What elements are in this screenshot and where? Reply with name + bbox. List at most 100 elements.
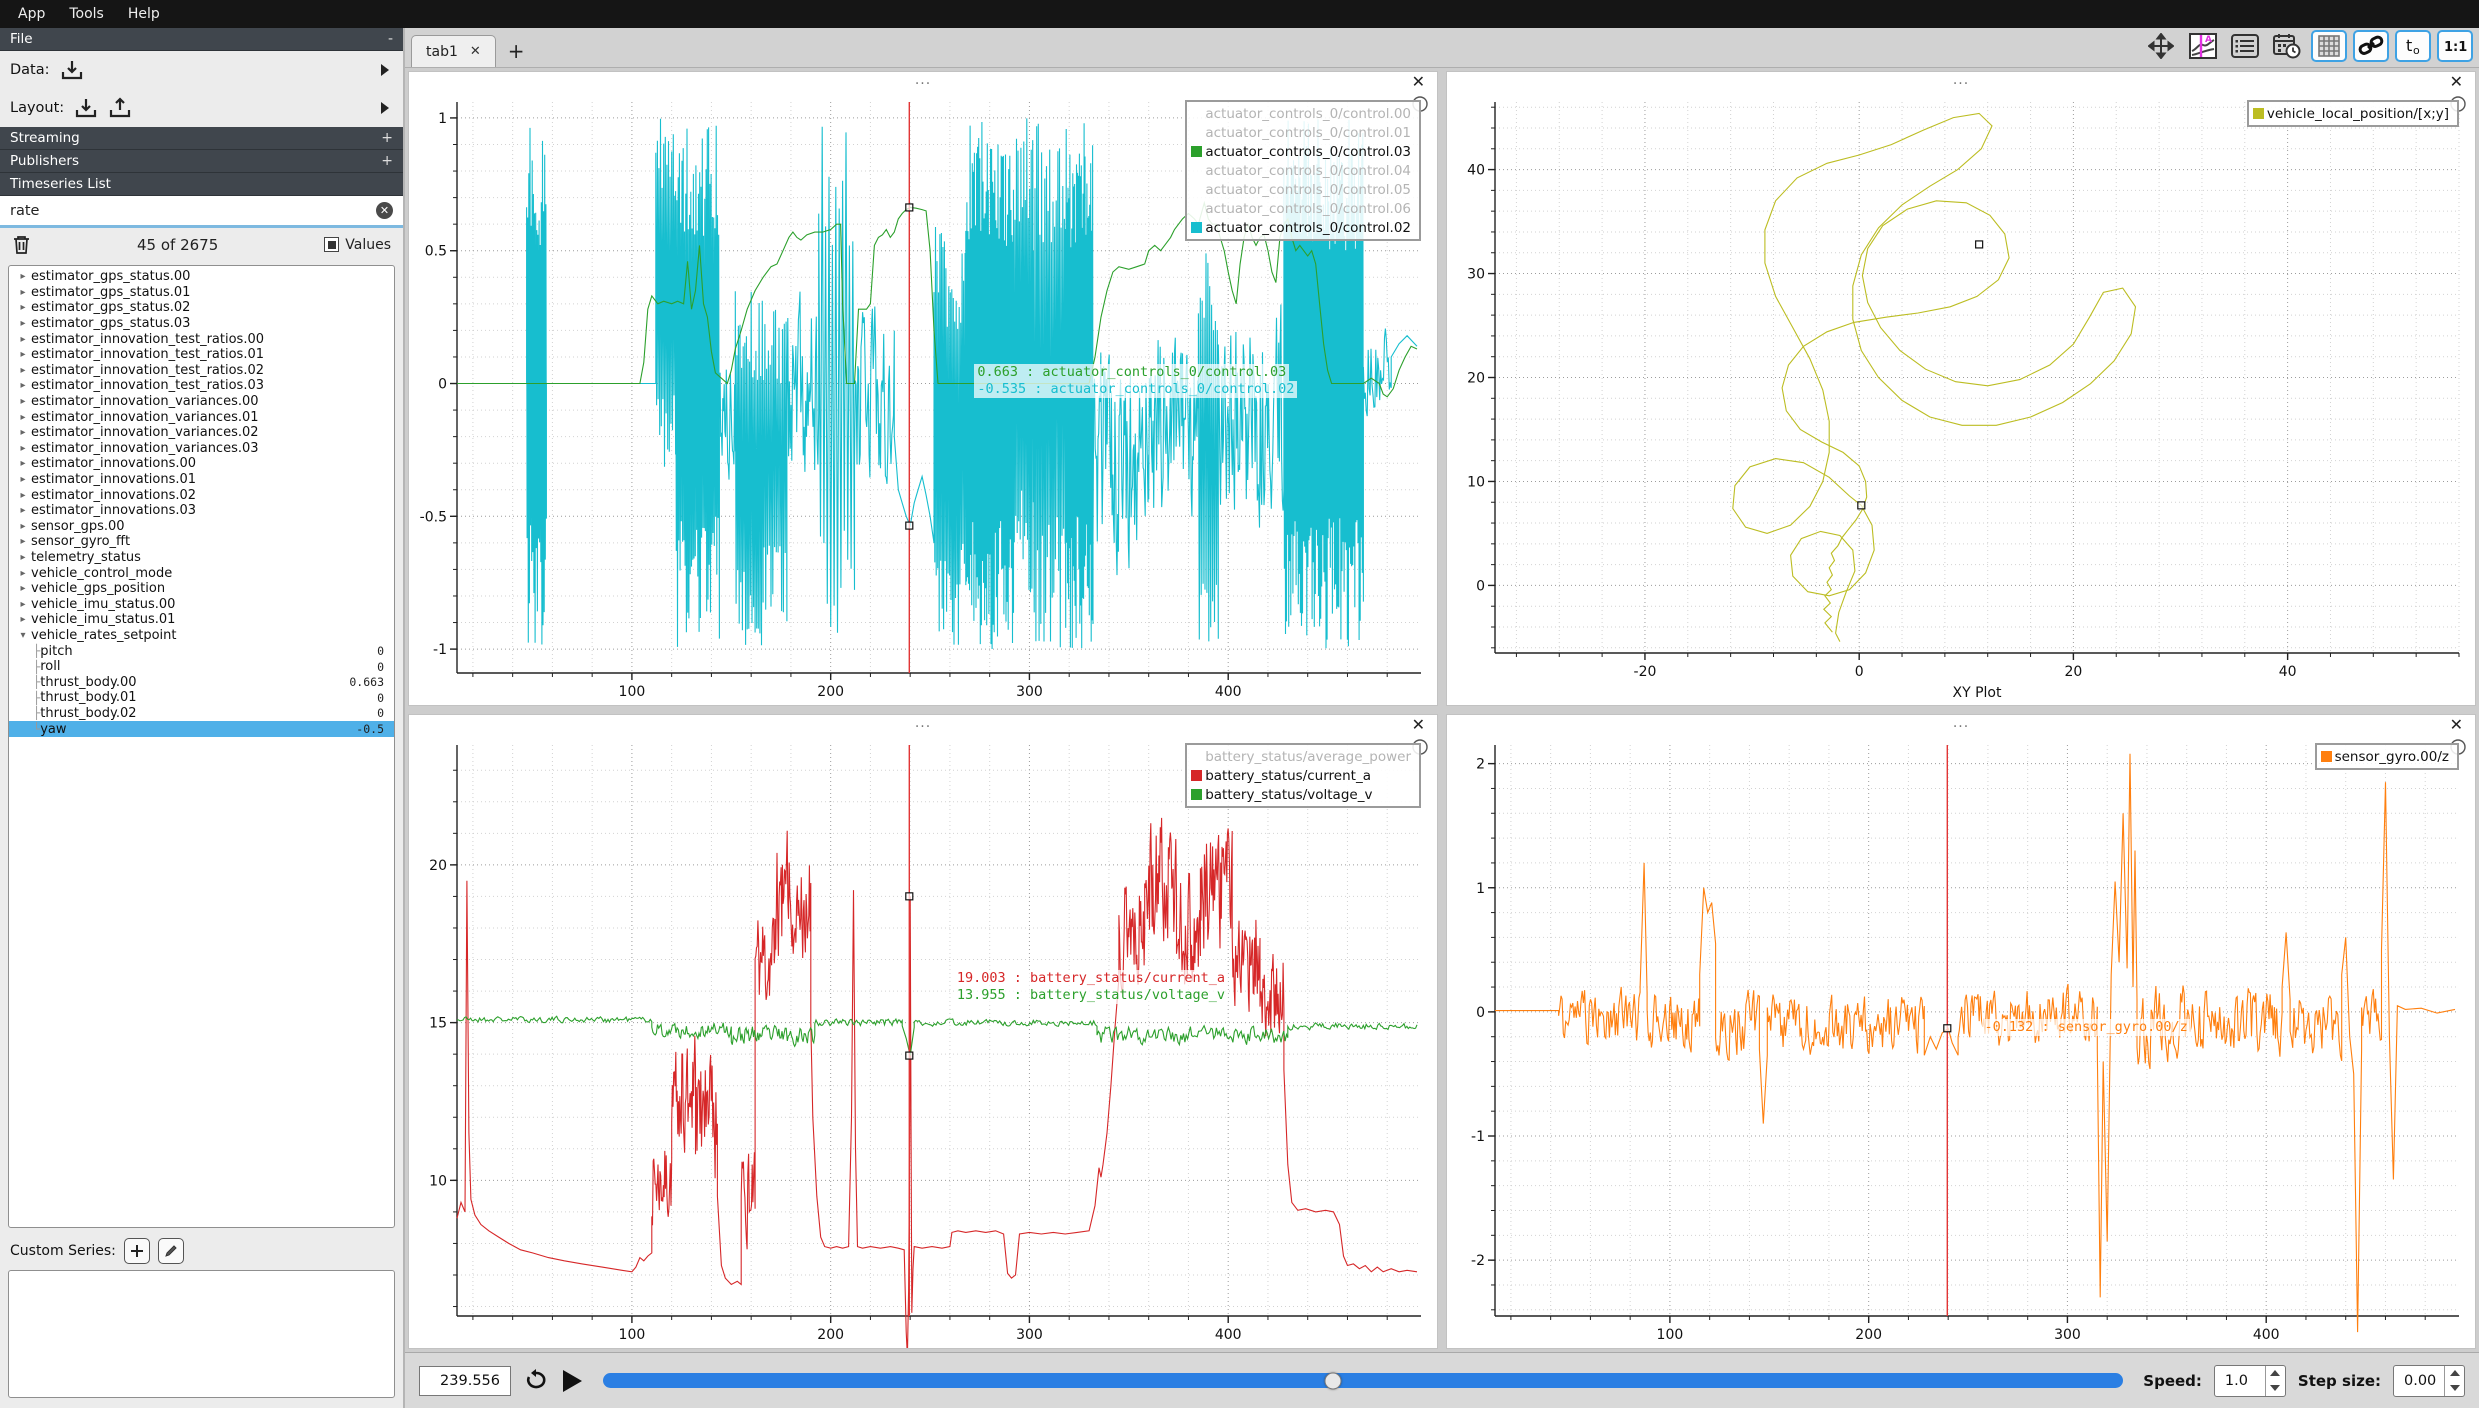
time-offset-button[interactable]: to bbox=[2395, 30, 2431, 62]
timeseries-item[interactable]: ▸estimator_innovations.00 bbox=[9, 456, 394, 472]
play-button[interactable] bbox=[561, 1369, 583, 1393]
plot-canvas[interactable]: 100200300400-1-0.500.51actuator_controls… bbox=[409, 96, 1437, 705]
chevron-right-icon[interactable]: ▸ bbox=[15, 474, 31, 485]
chevron-right-icon[interactable]: ▸ bbox=[15, 490, 31, 501]
chevron-right-icon[interactable]: ▸ bbox=[15, 552, 31, 563]
time-display[interactable]: 239.556 bbox=[419, 1366, 511, 1396]
timeseries-item[interactable]: ▸estimator_innovation_test_ratios.00 bbox=[9, 331, 394, 347]
time-slider[interactable] bbox=[603, 1373, 2123, 1388]
slider-handle[interactable] bbox=[1324, 1372, 1341, 1389]
chevron-right-icon[interactable]: ▸ bbox=[15, 334, 31, 345]
timeseries-tree[interactable]: ▸estimator_gps_status.00 ▸estimator_gps_s… bbox=[8, 265, 395, 1228]
timeseries-item[interactable]: ▸vehicle_gps_position bbox=[9, 581, 394, 597]
timeseries-search-input[interactable] bbox=[10, 203, 376, 219]
legend-item[interactable]: actuator_controls_0/control.01 bbox=[1191, 123, 1411, 142]
collapse-icon[interactable]: - bbox=[388, 31, 393, 47]
legend-item[interactable]: battery_status/average_power bbox=[1191, 747, 1411, 766]
timeseries-item[interactable]: ▸estimator_gps_status.03 bbox=[9, 316, 394, 332]
timeseries-item[interactable]: ▸sensor_gps.00 bbox=[9, 519, 394, 535]
timeseries-item[interactable]: └yaw-0.5 bbox=[9, 721, 394, 737]
plot-canvas[interactable]: 100200300400101520battery_status/average… bbox=[409, 739, 1437, 1348]
timeseries-item[interactable]: ▸estimator_innovation_variances.03 bbox=[9, 441, 394, 457]
expand-icon[interactable]: + bbox=[381, 153, 393, 169]
menu-help[interactable]: Help bbox=[118, 3, 170, 25]
plot-legend[interactable]: actuator_controls_0/control.00actuator_c… bbox=[1185, 100, 1421, 241]
timeseries-item[interactable]: ▸estimator_gps_status.00 bbox=[9, 269, 394, 285]
legend-item[interactable]: actuator_controls_0/control.04 bbox=[1191, 161, 1411, 180]
plot-canvas[interactable]: -2002040010203040XY Plotvehicle_local_po… bbox=[1447, 96, 2475, 705]
trash-icon[interactable] bbox=[12, 234, 31, 255]
timeseries-item[interactable]: ▾vehicle_rates_setpoint bbox=[9, 628, 394, 644]
add-tab-button[interactable]: + bbox=[496, 39, 537, 67]
section-publishers[interactable]: Publishers + bbox=[0, 150, 403, 173]
timeseries-item[interactable]: ▸estimator_innovation_test_ratios.01 bbox=[9, 347, 394, 363]
clear-search-icon[interactable]: ✕ bbox=[376, 202, 393, 219]
timeseries-item[interactable]: ▸estimator_innovation_variances.00 bbox=[9, 394, 394, 410]
plot-drag-handle[interactable]: ... bbox=[915, 72, 931, 88]
chevron-right-icon[interactable]: ▸ bbox=[15, 412, 31, 423]
timeseries-item[interactable]: ▸telemetry_status bbox=[9, 550, 394, 566]
timeseries-item[interactable]: ▸estimator_innovations.03 bbox=[9, 503, 394, 519]
timeseries-item[interactable]: ▸vehicle_imu_status.01 bbox=[9, 612, 394, 628]
chevron-right-icon[interactable]: ▸ bbox=[15, 318, 31, 329]
timeseries-item[interactable]: ▸vehicle_imu_status.00 bbox=[9, 596, 394, 612]
section-file[interactable]: File - bbox=[0, 28, 403, 51]
legend-item[interactable]: battery_status/voltage_v bbox=[1191, 785, 1411, 804]
ratio-button[interactable]: 1:1 bbox=[2437, 30, 2473, 62]
tab-tab1[interactable]: tab1 ✕ bbox=[411, 35, 496, 67]
chevron-right-icon[interactable]: ▸ bbox=[15, 427, 31, 438]
legend-item[interactable]: sensor_gyro.00/z bbox=[2321, 747, 2449, 766]
link-axes-button[interactable] bbox=[2353, 30, 2389, 62]
custom-series-list[interactable] bbox=[8, 1270, 395, 1398]
timeseries-item[interactable]: ▸estimator_innovations.02 bbox=[9, 487, 394, 503]
expand-icon[interactable]: + bbox=[381, 130, 393, 146]
chevron-right-icon[interactable]: ▸ bbox=[15, 349, 31, 360]
layout-menu-chevron-icon[interactable] bbox=[381, 102, 389, 114]
edit-custom-series-button[interactable] bbox=[158, 1238, 184, 1264]
timeseries-item[interactable]: ▸sensor_gyro_fft bbox=[9, 534, 394, 550]
timeseries-item[interactable]: ├thrust_body.010 bbox=[9, 690, 394, 706]
plot-legend[interactable]: battery_status/average_power battery_stat… bbox=[1185, 743, 1421, 808]
values-checkbox[interactable]: Values bbox=[324, 237, 391, 253]
plot-drag-handle[interactable]: ... bbox=[915, 715, 931, 731]
timeseries-item[interactable]: ▸estimator_innovation_test_ratios.02 bbox=[9, 363, 394, 379]
speed-spinbox[interactable]: 1.0 bbox=[2214, 1365, 2286, 1397]
save-layout-icon[interactable] bbox=[108, 97, 132, 119]
timeseries-item[interactable]: ├roll0 bbox=[9, 659, 394, 675]
move-tool-button[interactable] bbox=[2143, 30, 2179, 62]
chevron-right-icon[interactable]: ▸ bbox=[15, 614, 31, 625]
spin-down-icon[interactable] bbox=[2266, 1381, 2285, 1396]
close-plot-icon[interactable]: ✕ bbox=[1412, 717, 1425, 733]
chevron-right-icon[interactable]: ▸ bbox=[15, 271, 31, 282]
close-plot-icon[interactable]: ✕ bbox=[1412, 74, 1425, 90]
chevron-right-icon[interactable]: ▸ bbox=[15, 365, 31, 376]
add-custom-series-button[interactable] bbox=[124, 1238, 150, 1264]
legend-item[interactable]: actuator_controls_0/control.03 bbox=[1191, 142, 1411, 161]
legend-toggle-button[interactable] bbox=[2227, 30, 2263, 62]
timeseries-item[interactable]: ▸estimator_innovations.01 bbox=[9, 472, 394, 488]
chevron-right-icon[interactable]: ▸ bbox=[15, 302, 31, 313]
curve-tracker-button[interactable]: A bbox=[2185, 30, 2221, 62]
spin-up-icon[interactable] bbox=[2266, 1366, 2285, 1381]
timeseries-item[interactable]: ▸vehicle_control_mode bbox=[9, 565, 394, 581]
chevron-down-icon[interactable]: ▾ bbox=[15, 630, 31, 641]
loop-button[interactable] bbox=[523, 1369, 549, 1393]
legend-item[interactable]: actuator_controls_0/control.05 bbox=[1191, 180, 1411, 199]
step-size-spinbox[interactable]: 0.00 bbox=[2393, 1365, 2465, 1397]
timeseries-item[interactable]: ▸estimator_innovation_variances.02 bbox=[9, 425, 394, 441]
data-menu-chevron-icon[interactable] bbox=[381, 64, 389, 76]
legend-item[interactable]: vehicle_local_position/[x;y] bbox=[2253, 104, 2449, 123]
timeseries-item[interactable]: ├thrust_body.020 bbox=[9, 706, 394, 722]
chevron-right-icon[interactable]: ▸ bbox=[15, 443, 31, 454]
plot-canvas[interactable]: 100200300400-2-1012sensor_gyro.00/z-0.13… bbox=[1447, 739, 2475, 1348]
chevron-right-icon[interactable]: ▸ bbox=[15, 536, 31, 547]
spin-down-icon[interactable] bbox=[2445, 1381, 2464, 1396]
menu-tools[interactable]: Tools bbox=[59, 3, 114, 25]
timeseries-item[interactable]: ▸estimator_gps_status.02 bbox=[9, 300, 394, 316]
plot-legend[interactable]: sensor_gyro.00/z bbox=[2315, 743, 2459, 770]
legend-item[interactable]: actuator_controls_0/control.02 bbox=[1191, 218, 1411, 237]
plot-legend[interactable]: vehicle_local_position/[x;y] bbox=[2247, 100, 2459, 127]
legend-item[interactable]: actuator_controls_0/control.06 bbox=[1191, 199, 1411, 218]
legend-item[interactable]: actuator_controls_0/control.00 bbox=[1191, 104, 1411, 123]
load-data-icon[interactable] bbox=[60, 59, 84, 81]
